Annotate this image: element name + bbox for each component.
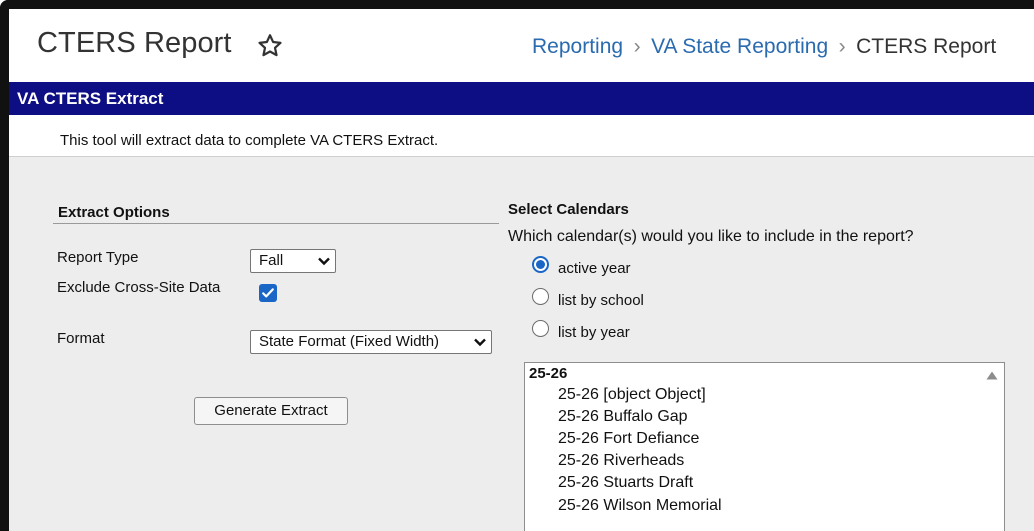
report-type-select[interactable]: Fall [250,249,336,273]
breadcrumb-reporting[interactable]: Reporting [532,35,623,58]
calendar-group-header: 25-26 [529,365,568,382]
chevron-down-icon [318,257,330,266]
description-bar: This tool will extract data to complete … [9,115,1034,157]
exclude-cross-site-checkbox[interactable] [259,284,277,302]
description-text: This tool will extract data to complete … [60,132,439,149]
breadcrumb-va-state-reporting[interactable]: VA State Reporting [651,35,828,58]
extract-options-title: Extract Options [58,204,170,221]
radio-list-by-year-label: list by year [558,324,630,341]
radio-list-by-year[interactable] [532,320,549,337]
scroll-up-arrow-icon[interactable] [986,371,998,380]
chevron-down-icon [474,338,486,347]
chevron-right-icon: › [838,35,846,58]
calendar-option[interactable]: 25-26 [object Object] [558,386,706,404]
radio-active-year-label: active year [558,260,631,277]
page-header: CTERS Report Reporting › VA State Reportin… [9,9,1034,82]
calendar-listbox[interactable]: 25-26 25-26 [object Object] 25-26 Buffal… [524,362,1005,531]
radio-list-by-school[interactable] [532,288,549,305]
report-type-label: Report Type [57,249,139,266]
generate-extract-button[interactable]: Generate Extract [194,397,348,425]
calendar-option[interactable]: 25-26 Fort Defiance [558,430,699,448]
window-frame: CTERS Report Reporting › VA State Reportin… [0,0,1034,531]
select-calendars-title: Select Calendars [508,201,629,218]
page-title: CTERS Report [37,27,232,59]
divider [53,223,499,224]
radio-active-year[interactable] [532,256,549,273]
breadcrumb: Reporting › VA State Reporting › CTERS Repor… [532,35,996,59]
breadcrumb-current: CTERS Report [856,35,997,58]
star-icon[interactable] [256,32,284,60]
calendar-option[interactable]: 25-26 Riverheads [558,452,684,470]
chevron-right-icon: › [633,35,641,58]
calendar-option[interactable]: 25-26 Stuarts Draft [558,474,693,492]
exclude-cross-site-label: Exclude Cross-Site Data [57,279,221,296]
checkmark-icon [262,288,274,298]
calendar-question: Which calendar(s) would you like to incl… [508,228,914,245]
calendar-option[interactable]: 25-26 Buffalo Gap [558,408,688,426]
section-banner: VA CTERS Extract [9,82,1034,115]
format-value: State Format (Fixed Width) [259,333,440,350]
format-label: Format [57,330,105,347]
calendar-option[interactable]: 25-26 Wilson Memorial [558,497,722,515]
format-select[interactable]: State Format (Fixed Width) [250,330,492,354]
content-panel: Extract Options Report Type Fall Exclude… [9,157,1034,531]
radio-list-by-school-label: list by school [558,292,644,309]
report-type-value: Fall [259,252,284,269]
